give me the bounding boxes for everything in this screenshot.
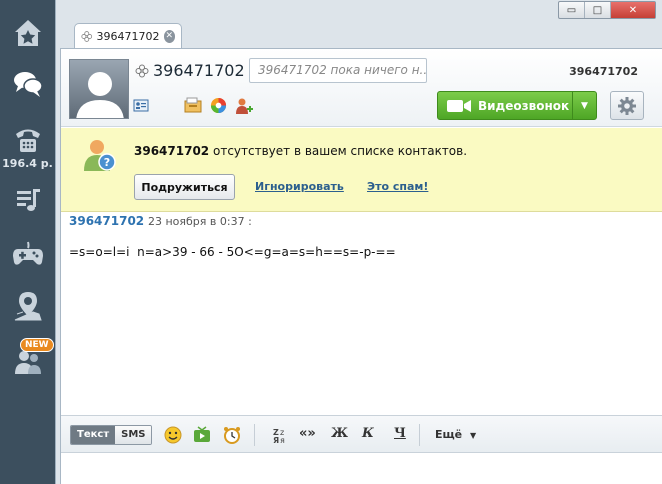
- message-mode-toggle: Текст SMS: [70, 425, 153, 445]
- sidebar-item-games[interactable]: [0, 236, 55, 272]
- smiley-icon[interactable]: [163, 425, 183, 445]
- bold-button[interactable]: Ж: [331, 426, 348, 441]
- folder-icon[interactable]: [184, 97, 202, 115]
- underline-button[interactable]: Ч: [394, 426, 406, 441]
- svg-text:Я: Я: [273, 436, 279, 443]
- message-header: 396471702 23 ноября в 0:37 :: [69, 214, 252, 228]
- home-star-icon: [14, 20, 41, 46]
- message-input[interactable]: [61, 454, 662, 484]
- notice-text: 396471702 отсутствует в вашем списке кон…: [134, 144, 467, 158]
- video-call-button[interactable]: Видеозвонок ▼: [437, 91, 597, 120]
- spam-link[interactable]: Это спам!: [367, 180, 428, 193]
- video-camera-icon: [447, 99, 471, 112]
- sidebar-item-chats[interactable]: [0, 66, 55, 102]
- flower-status-icon: [135, 64, 149, 77]
- phone-icon: [15, 129, 40, 152]
- not-in-contacts-notice: ? 396471702 отсутствует в вашем списке к…: [61, 128, 662, 212]
- chevron-down-icon: ▼: [581, 100, 588, 111]
- contact-name: 396471702: [153, 61, 245, 80]
- chat-window: ▭ □ ✕ 396471702 ✕ 396471702 396471702 по…: [55, 0, 662, 484]
- contact-card-icon[interactable]: [133, 97, 151, 115]
- notice-contact: 396471702: [134, 144, 210, 158]
- caret-down-icon: ▼: [469, 431, 477, 440]
- maximize-button[interactable]: □: [585, 2, 611, 18]
- music-list-icon: [16, 189, 40, 211]
- tab-contact[interactable]: 396471702 ✕: [74, 23, 182, 49]
- add-friend-button[interactable]: Подружиться: [134, 174, 235, 200]
- sidebar-item-people[interactable]: NEW: [0, 338, 55, 376]
- notice-message: отсутствует в вашем списке контактов.: [212, 144, 468, 158]
- more-menu-button[interactable]: Ещё ▼: [435, 428, 476, 441]
- video-call-main[interactable]: Видеозвонок: [438, 92, 572, 119]
- message-time: 23 ноября в 0:37 :: [147, 215, 252, 228]
- message-history: 396471702 23 ноября в 0:37 : =s=o=l=i n=…: [61, 213, 662, 413]
- video-call-dropdown[interactable]: ▼: [572, 92, 596, 119]
- video-message-icon[interactable]: [192, 425, 212, 445]
- chat-bubbles-icon: [13, 72, 43, 97]
- balance-label: 196.4 р.: [2, 156, 53, 170]
- close-window-button[interactable]: ✕: [611, 2, 655, 18]
- toolbar-divider: [254, 424, 255, 446]
- message-author[interactable]: 396471702: [69, 214, 144, 228]
- default-avatar-icon: [76, 72, 124, 118]
- toolbar-divider: [419, 424, 420, 446]
- flower-status-icon: [81, 31, 93, 42]
- contact-name-row: 396471702: [135, 61, 245, 80]
- new-badge: NEW: [20, 338, 54, 352]
- sidebar-item-map[interactable]: [0, 288, 55, 324]
- settings-button[interactable]: [610, 91, 644, 120]
- ignore-link[interactable]: Игнорировать: [255, 180, 344, 193]
- map-pin-icon: [14, 292, 42, 321]
- alarm-clock-icon[interactable]: [222, 425, 242, 445]
- gamepad-icon: [12, 241, 43, 265]
- chat-panel: 396471702 396471702 пока ничего н... 396…: [60, 48, 662, 484]
- gear-icon: [618, 96, 636, 115]
- left-sidebar: 196.4 р. NEW: [0, 0, 55, 484]
- message-text: =s=o=l=i n=a>39 - 66 - 5O<=g=a=s=h==s=-p…: [69, 245, 396, 259]
- sidebar-item-home[interactable]: [0, 14, 55, 52]
- tab-title: 396471702: [96, 30, 160, 43]
- contact-uin: 396471702: [569, 65, 638, 78]
- unknown-contact-icon: ?: [83, 138, 117, 175]
- tab-close-icon[interactable]: ✕: [163, 30, 175, 43]
- sidebar-item-calls[interactable]: 196.4 р.: [0, 118, 55, 176]
- sidebar-item-music[interactable]: [0, 184, 55, 216]
- translit-icon[interactable]: ZzЯя: [270, 425, 290, 445]
- quotes-button[interactable]: «»: [299, 426, 316, 441]
- window-controls: ▭ □ ✕: [558, 1, 656, 19]
- minimize-to-tray-button[interactable]: ▭: [559, 2, 585, 18]
- more-label: Ещё: [435, 428, 463, 441]
- status-field: 396471702 пока ничего н...: [249, 58, 427, 83]
- contact-header: 396471702 396471702 пока ничего н... 396…: [61, 49, 662, 127]
- mode-text-button[interactable]: Текст: [71, 426, 116, 444]
- italic-button[interactable]: К: [362, 426, 374, 441]
- social-sphere-icon[interactable]: [210, 97, 228, 115]
- svg-text:я: я: [280, 436, 285, 443]
- add-contact-icon[interactable]: [235, 97, 253, 115]
- composer-toolbar: Текст SMS ZzЯя «» Ж К Ч Ещё ▼: [61, 415, 662, 453]
- video-call-label: Видеозвонок: [478, 98, 570, 113]
- mode-sms-button[interactable]: SMS: [115, 426, 152, 444]
- svg-text:?: ?: [104, 156, 110, 169]
- avatar[interactable]: [69, 59, 129, 119]
